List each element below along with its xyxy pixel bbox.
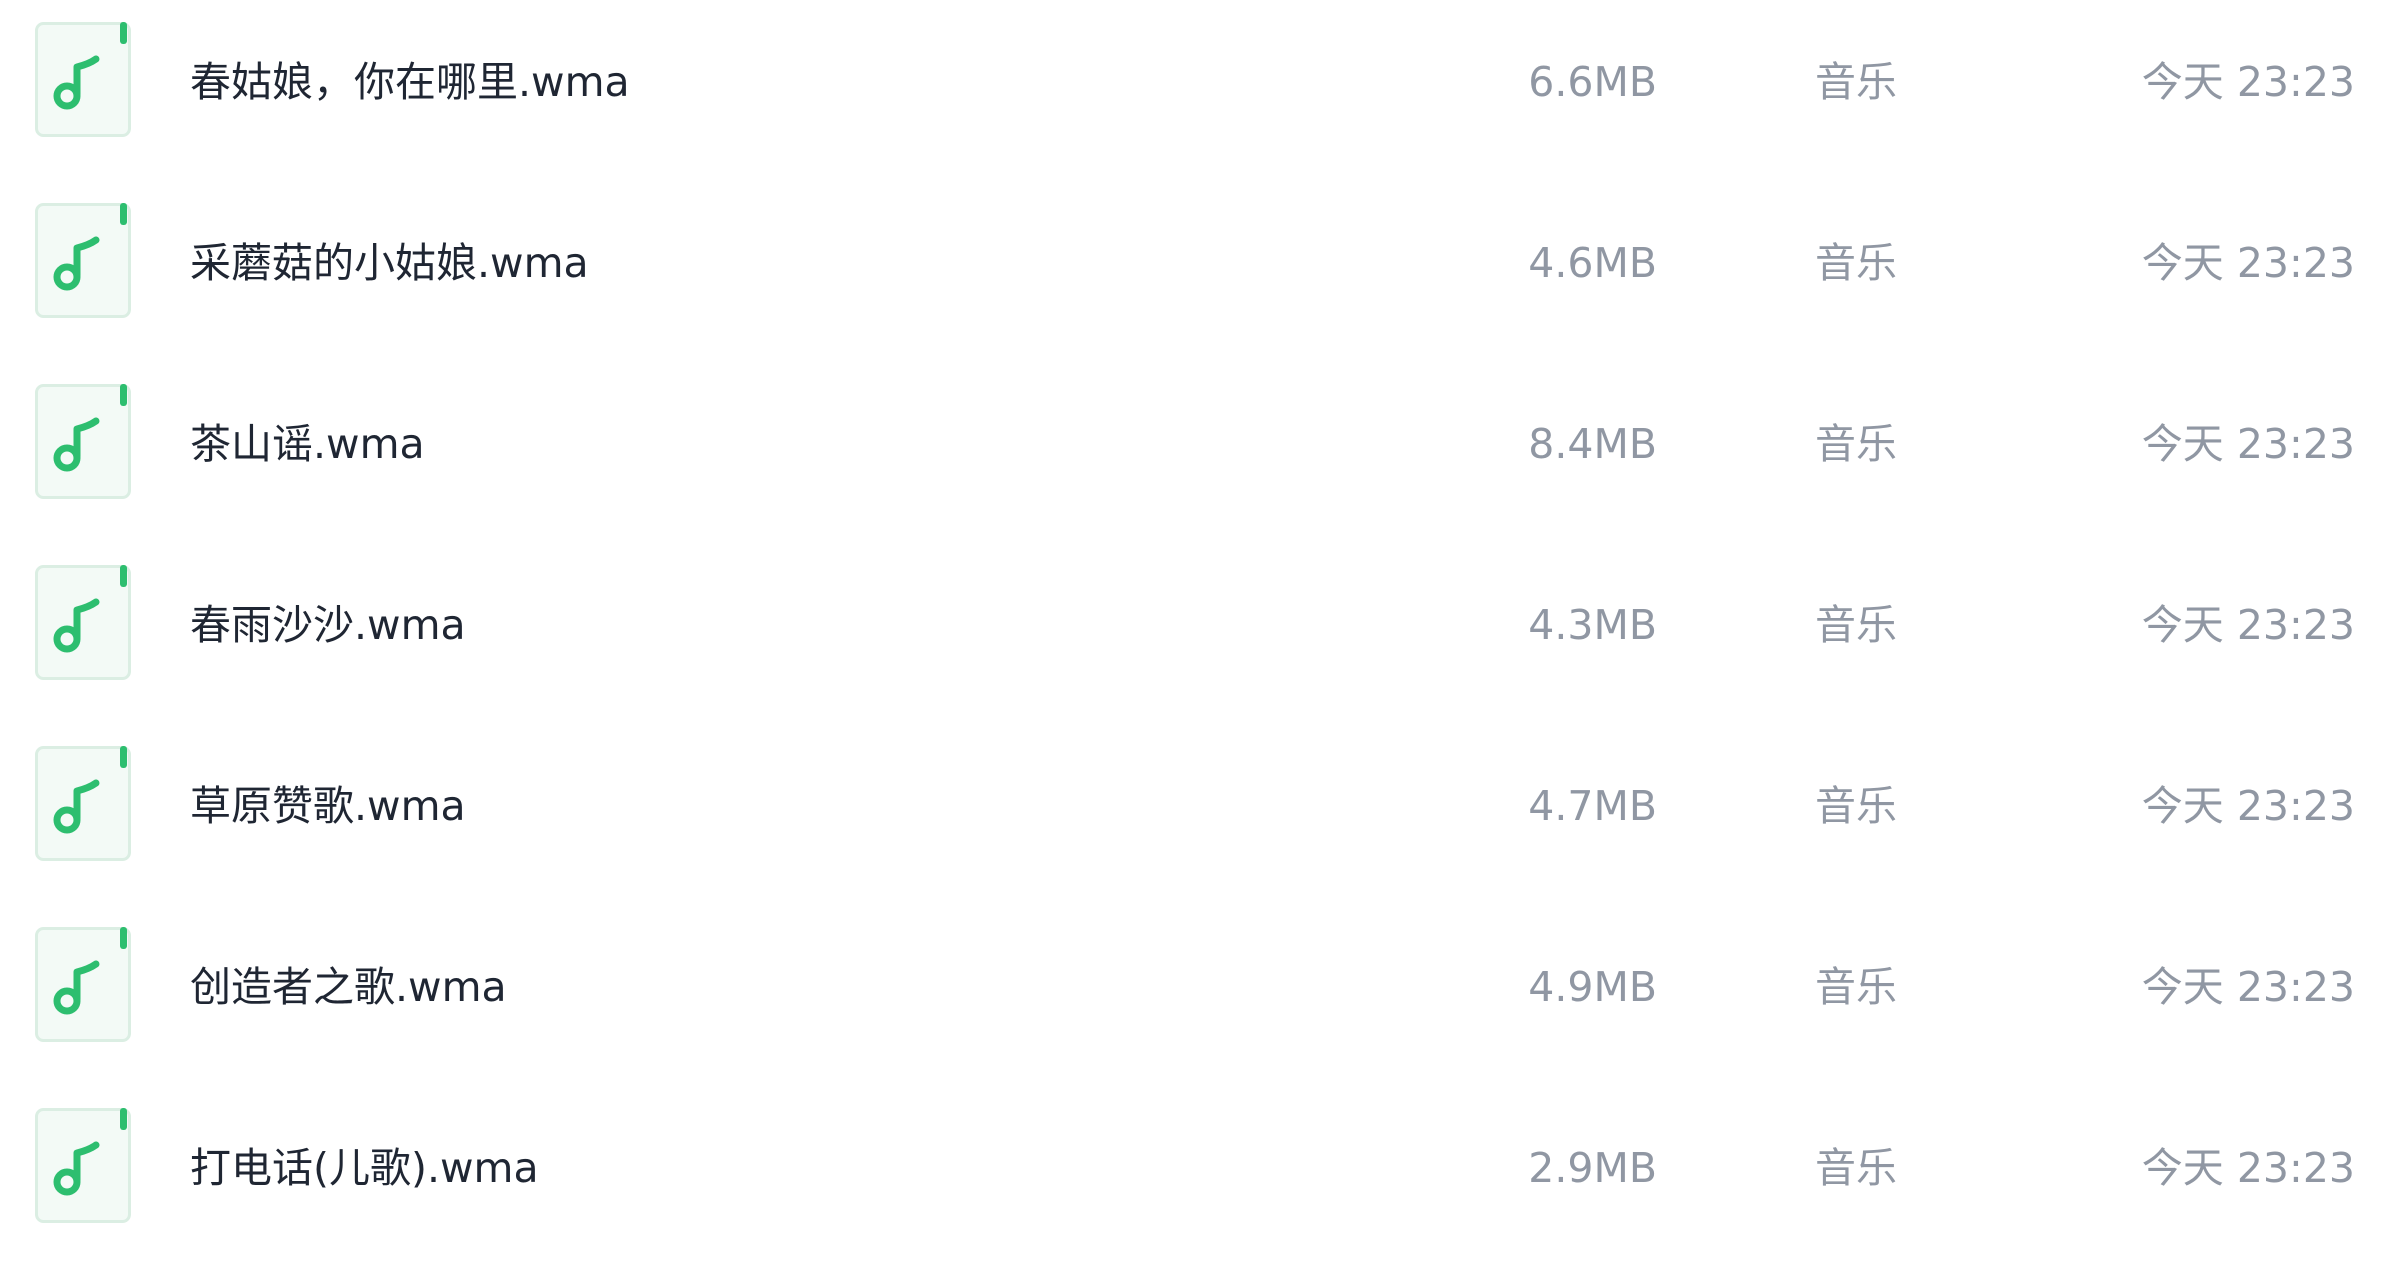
file-name[interactable]: 创造者之歌.wma — [190, 905, 507, 1069]
file-type: 音乐 — [1815, 782, 1897, 830]
file-row[interactable]: 打电话(儿歌).wma 2.9MB 音乐 今天 23:23 — [0, 1086, 2403, 1266]
file-modified-time: 今天 23:23 — [2141, 239, 2355, 287]
file-modified-time: 今天 23:23 — [2141, 601, 2355, 649]
file-name[interactable]: 春姑娘，你在哪里.wma — [190, 0, 630, 164]
file-modified-time: 今天 23:23 — [2141, 1144, 2355, 1192]
file-name[interactable]: 春雨沙沙.wma — [190, 543, 466, 707]
file-size: 4.6MB — [1528, 239, 1657, 287]
file-row[interactable]: 春姑娘，你在哪里.wma 6.6MB 音乐 今天 23:23 — [0, 0, 2403, 180]
file-modified-time: 今天 23:23 — [2141, 963, 2355, 1011]
file-row[interactable]: 采蘑菇的小姑娘.wma 4.6MB 音乐 今天 23:23 — [0, 181, 2403, 361]
file-name[interactable]: 采蘑菇的小姑娘.wma — [190, 181, 589, 345]
file-size: 2.9MB — [1528, 1144, 1657, 1192]
file-type: 音乐 — [1815, 601, 1897, 649]
file-row[interactable]: 草原赞歌.wma 4.7MB 音乐 今天 23:23 — [0, 724, 2403, 904]
file-size: 4.9MB — [1528, 963, 1657, 1011]
music-file-icon — [35, 1108, 131, 1223]
music-file-icon — [35, 927, 131, 1042]
file-name[interactable]: 打电话(儿歌).wma — [190, 1086, 539, 1250]
music-file-icon — [35, 565, 131, 680]
music-file-icon — [35, 22, 131, 137]
music-file-icon — [35, 384, 131, 499]
file-type: 音乐 — [1815, 420, 1897, 468]
file-type: 音乐 — [1815, 239, 1897, 287]
file-list: 春姑娘，你在哪里.wma 6.6MB 音乐 今天 23:23 采蘑菇的小姑娘.w… — [0, 0, 2403, 1223]
file-size: 6.6MB — [1528, 58, 1657, 106]
file-row[interactable]: 茶山谣.wma 8.4MB 音乐 今天 23:23 — [0, 362, 2403, 542]
file-name[interactable]: 草原赞歌.wma — [190, 724, 466, 888]
file-modified-time: 今天 23:23 — [2141, 58, 2355, 106]
file-modified-time: 今天 23:23 — [2141, 420, 2355, 468]
file-row[interactable]: 春雨沙沙.wma 4.3MB 音乐 今天 23:23 — [0, 543, 2403, 723]
music-file-icon — [35, 746, 131, 861]
music-file-icon — [35, 203, 131, 318]
file-size: 4.7MB — [1528, 782, 1657, 830]
file-size: 4.3MB — [1528, 601, 1657, 649]
file-row[interactable]: 创造者之歌.wma 4.9MB 音乐 今天 23:23 — [0, 905, 2403, 1085]
file-type: 音乐 — [1815, 963, 1897, 1011]
file-type: 音乐 — [1815, 1144, 1897, 1192]
file-modified-time: 今天 23:23 — [2141, 782, 2355, 830]
file-type: 音乐 — [1815, 58, 1897, 106]
file-name[interactable]: 茶山谣.wma — [190, 362, 425, 526]
file-size: 8.4MB — [1528, 420, 1657, 468]
